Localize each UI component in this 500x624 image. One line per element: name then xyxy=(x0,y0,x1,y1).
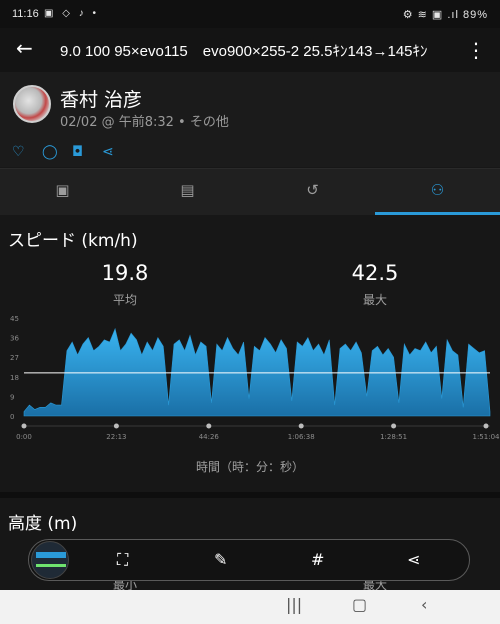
notification-icons: ▣ ◇ ♪ • xyxy=(44,8,99,19)
share-icon[interactable]: ⋖ xyxy=(407,550,420,569)
tab-laps[interactable]: ↺ xyxy=(250,168,375,215)
hashtag-icon[interactable]: # xyxy=(311,550,324,569)
tab-details[interactable]: ▤ xyxy=(125,168,250,215)
x-tick-label: 1:28:51 xyxy=(380,433,407,441)
tab-charts[interactable]: ⚇ xyxy=(375,168,500,215)
x-tick-label: 1:06:38 xyxy=(288,433,315,441)
y-tick-label: 27 xyxy=(10,354,19,362)
activity-title: 9.0 100 95×evo115 evo900×255-2 25.5ｷﾝ143… xyxy=(60,43,428,60)
speed-title: スピード (km/h) xyxy=(8,231,138,251)
system-status-icons: ⚙ ≋ ▣ .ıl 89% xyxy=(402,9,488,21)
speed-chart[interactable]: 45 36 27 18 9 0 0:00 22:13 44:26 1:06:38 1:28:51 1:… xyxy=(0,310,500,445)
back-arrow-icon[interactable]: ← xyxy=(16,36,33,60)
x-tick-marker xyxy=(206,423,212,429)
more-menu-icon[interactable]: ⋮ xyxy=(466,38,486,62)
y-tick-label: 0 xyxy=(10,413,14,421)
back-icon[interactable]: ‹ xyxy=(421,595,427,614)
x-tick-marker xyxy=(298,423,304,429)
speed-avg-label: 平均 xyxy=(112,293,137,307)
like-icon[interactable]: ♡ xyxy=(12,144,25,160)
y-tick-label: 36 xyxy=(10,335,19,343)
speed-max-label: 最大 xyxy=(362,293,387,307)
app-bar: ← 9.0 100 95×evo115 evo900×255-2 25.5ｷﾝ1… xyxy=(0,28,500,72)
speed-max-value: 42.5 xyxy=(351,261,399,285)
user-name[interactable]: 香村 治彦 xyxy=(60,85,142,112)
avatar[interactable] xyxy=(13,85,51,123)
recents-icon[interactable]: ||| xyxy=(286,595,302,614)
x-tick-marker xyxy=(391,423,397,429)
x-axis-title: 時間（時：分：秒） xyxy=(195,460,304,474)
activity-meta: 02/02 @ 午前8:32 • その他 xyxy=(60,115,229,130)
x-tick-marker xyxy=(21,423,27,429)
section-divider xyxy=(0,492,500,498)
edit-icon[interactable]: ✎ xyxy=(214,550,227,569)
tab-summary[interactable]: ▣ xyxy=(0,168,125,215)
screenshot-thumbnail[interactable] xyxy=(31,541,69,579)
crop-icon[interactable]: ⛶ xyxy=(117,550,128,570)
status-bar: 11:16 ▣ ◇ ♪ • ⚙ ≋ ▣ .ıl 89% xyxy=(0,0,500,28)
x-tick-marker xyxy=(113,423,119,429)
x-tick-marker xyxy=(483,423,489,429)
altitude-title: 高度 (m) xyxy=(8,514,78,534)
y-tick-label: 18 xyxy=(10,374,19,382)
status-time: 11:16 xyxy=(12,8,39,20)
x-tick-label: 22:13 xyxy=(106,433,126,441)
comment-icon[interactable]: ◯ xyxy=(42,144,58,160)
share-icon[interactable]: ⋖ xyxy=(102,144,114,160)
x-tick-label: 44:26 xyxy=(199,433,220,441)
speed-avg-value: 19.8 xyxy=(101,261,149,285)
x-tick-label: 1:51:04 xyxy=(473,433,500,441)
y-tick-label: 9 xyxy=(10,393,14,401)
home-icon[interactable]: ▢ xyxy=(352,595,367,614)
screenshot-toolbar xyxy=(28,539,470,581)
camera-icon[interactable]: ◘ xyxy=(72,144,83,160)
x-tick-label: 0:00 xyxy=(16,433,32,441)
y-tick-label: 45 xyxy=(10,315,19,323)
